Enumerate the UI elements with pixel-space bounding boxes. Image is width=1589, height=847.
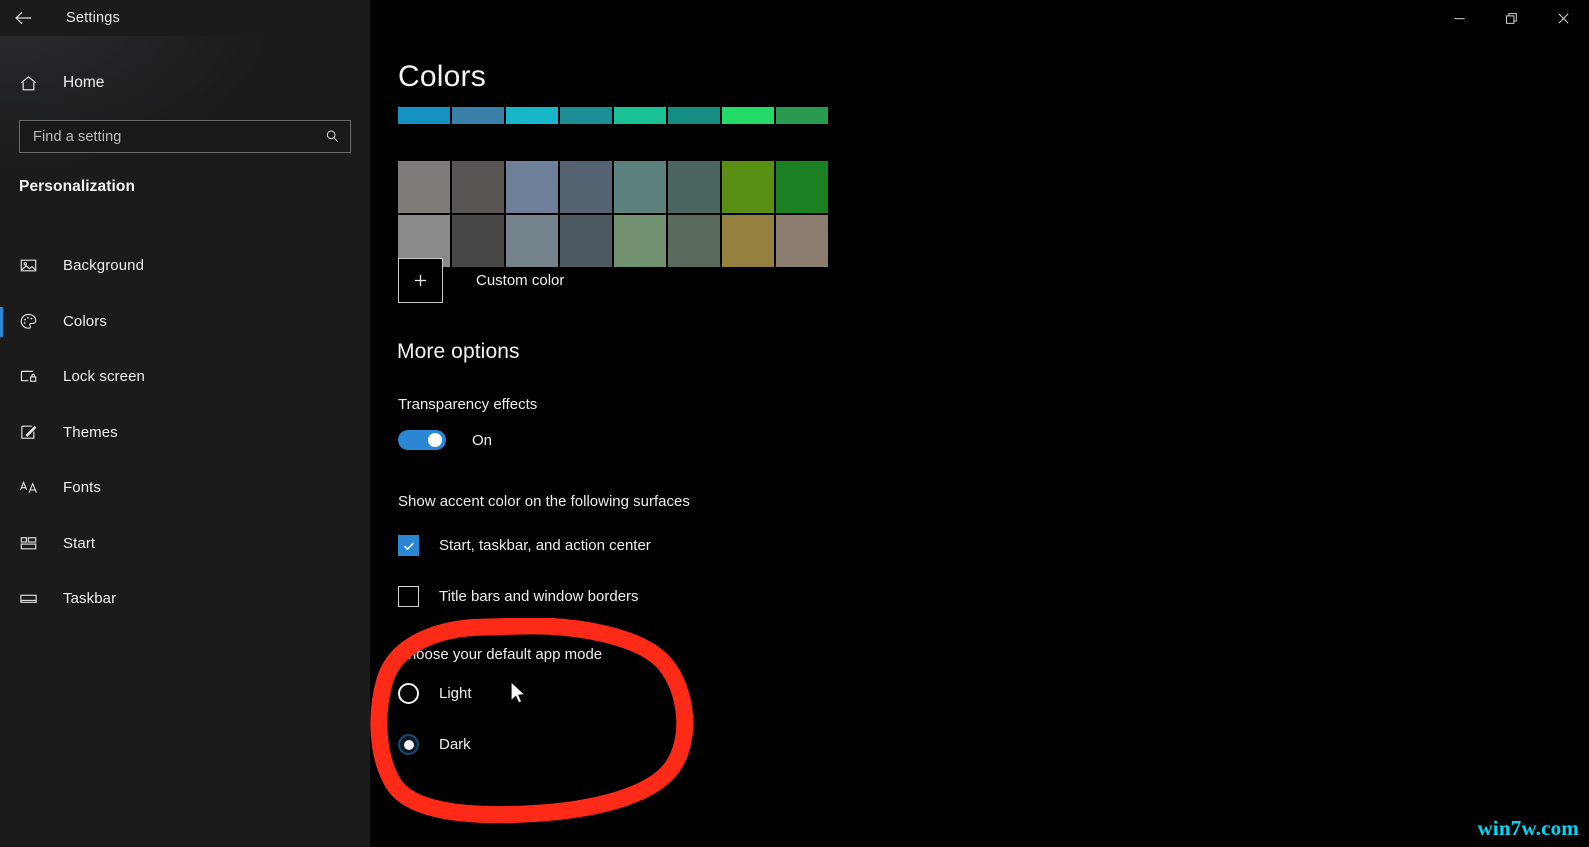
radio-app-mode-dark[interactable]: Dark — [398, 734, 471, 755]
checkbox-label: Title bars and window borders — [439, 588, 639, 605]
sidebar: Home Find a setting Personalization Back… — [0, 0, 370, 847]
color-swatch[interactable] — [776, 107, 828, 124]
color-swatch[interactable] — [560, 161, 612, 213]
color-swatch[interactable] — [668, 107, 720, 124]
accent-surfaces-label: Show accent color on the following surfa… — [398, 493, 690, 510]
sidebar-item-label: Fonts — [63, 479, 102, 497]
sidebar-item-lock-screen[interactable]: Lock screen — [0, 349, 370, 405]
palette-icon — [19, 309, 45, 333]
brush-icon — [19, 420, 45, 444]
fonts-icon — [19, 476, 45, 500]
color-swatch[interactable] — [722, 161, 774, 213]
image-icon — [19, 254, 45, 278]
sidebar-item-fonts[interactable]: Fonts — [0, 460, 370, 516]
checkbox-box[interactable] — [398, 586, 419, 607]
color-swatch[interactable] — [776, 215, 828, 267]
window-title: Settings — [66, 10, 120, 26]
search-icon[interactable] — [325, 129, 340, 144]
sidebar-item-label: Colors — [63, 312, 107, 330]
radio-label: Dark — [439, 736, 471, 753]
toggle-knob — [428, 433, 442, 447]
close-icon[interactable] — [1537, 0, 1589, 36]
page-title: Colors — [398, 60, 486, 93]
sidebar-section-title: Personalization — [19, 178, 136, 195]
transparency-toggle[interactable] — [398, 430, 446, 450]
taskbar-icon — [19, 587, 45, 611]
color-swatch[interactable] — [668, 215, 720, 267]
custom-color-label: Custom color — [476, 272, 565, 289]
restore-icon[interactable] — [1485, 0, 1537, 36]
color-swatch[interactable] — [398, 107, 450, 124]
custom-color-button[interactable]: Custom color — [398, 258, 564, 303]
more-options-heading: More options — [397, 340, 520, 363]
color-swatch[interactable] — [614, 107, 666, 124]
radio-button[interactable] — [398, 683, 419, 704]
color-swatch[interactable] — [560, 215, 612, 267]
sidebar-item-taskbar[interactable]: Taskbar — [0, 571, 370, 627]
plus-icon — [398, 258, 443, 303]
radio-app-mode-light[interactable]: Light — [398, 683, 472, 704]
color-swatch[interactable] — [776, 161, 828, 213]
transparency-label: Transparency effects — [398, 396, 538, 413]
color-swatch[interactable] — [452, 161, 504, 213]
sidebar-home-label: Home — [63, 74, 105, 91]
selection-indicator — [0, 306, 3, 337]
minimize-icon[interactable] — [1433, 0, 1485, 36]
watermark: win7w.com — [1477, 816, 1579, 840]
color-swatch[interactable] — [668, 161, 720, 213]
radio-button[interactable] — [398, 734, 419, 755]
lock-screen-icon — [19, 365, 45, 389]
sidebar-item-label: Background — [63, 257, 145, 275]
color-swatch[interactable] — [560, 107, 612, 124]
content-pane: Colors Custom color More options Transpa… — [370, 0, 1589, 847]
color-swatch[interactable] — [452, 107, 504, 124]
color-swatch[interactable] — [506, 161, 558, 213]
color-swatch[interactable] — [506, 107, 558, 124]
color-swatch[interactable] — [614, 215, 666, 267]
title-bar: Settings — [0, 0, 1589, 36]
back-arrow-icon[interactable] — [0, 0, 46, 36]
sidebar-item-label: Themes — [63, 423, 118, 441]
color-swatch[interactable] — [614, 161, 666, 213]
sidebar-item-themes[interactable]: Themes — [0, 405, 370, 461]
checkbox-title-bars-window-borders[interactable]: Title bars and window borders — [398, 586, 639, 607]
checkbox-box[interactable] — [398, 535, 419, 556]
sidebar-nav-list: Background Colors Lock screen Themes Fon… — [0, 238, 370, 627]
search-input[interactable]: Find a setting — [19, 120, 351, 153]
sidebar-item-colors[interactable]: Colors — [0, 294, 370, 350]
settings-window: Home Find a setting Personalization Back… — [0, 0, 1589, 847]
sidebar-item-start[interactable]: Start — [0, 516, 370, 572]
sidebar-item-label: Taskbar — [63, 590, 117, 608]
start-icon — [19, 531, 45, 555]
color-swatch[interactable] — [722, 107, 774, 124]
transparency-state-label: On — [472, 431, 493, 449]
window-controls — [1433, 0, 1589, 36]
title-bar-left: Settings — [0, 0, 370, 36]
radio-dot — [403, 739, 414, 750]
radio-label: Light — [439, 685, 472, 702]
transparency-toggle-row[interactable]: On — [398, 430, 492, 450]
sidebar-item-label: Start — [63, 534, 96, 552]
accent-color-grid[interactable] — [398, 107, 828, 267]
checkbox-start-taskbar-action-center[interactable]: Start, taskbar, and action center — [398, 535, 651, 556]
app-mode-label: Choose your default app mode — [397, 646, 603, 663]
checkbox-label: Start, taskbar, and action center — [439, 537, 651, 554]
sidebar-item-label: Lock screen — [63, 368, 145, 386]
sidebar-item-background[interactable]: Background — [0, 238, 370, 294]
search-placeholder: Find a setting — [33, 128, 122, 145]
home-icon — [19, 74, 45, 93]
sidebar-item-home[interactable]: Home — [0, 64, 370, 102]
color-swatch[interactable] — [398, 161, 450, 213]
color-swatch[interactable] — [722, 215, 774, 267]
